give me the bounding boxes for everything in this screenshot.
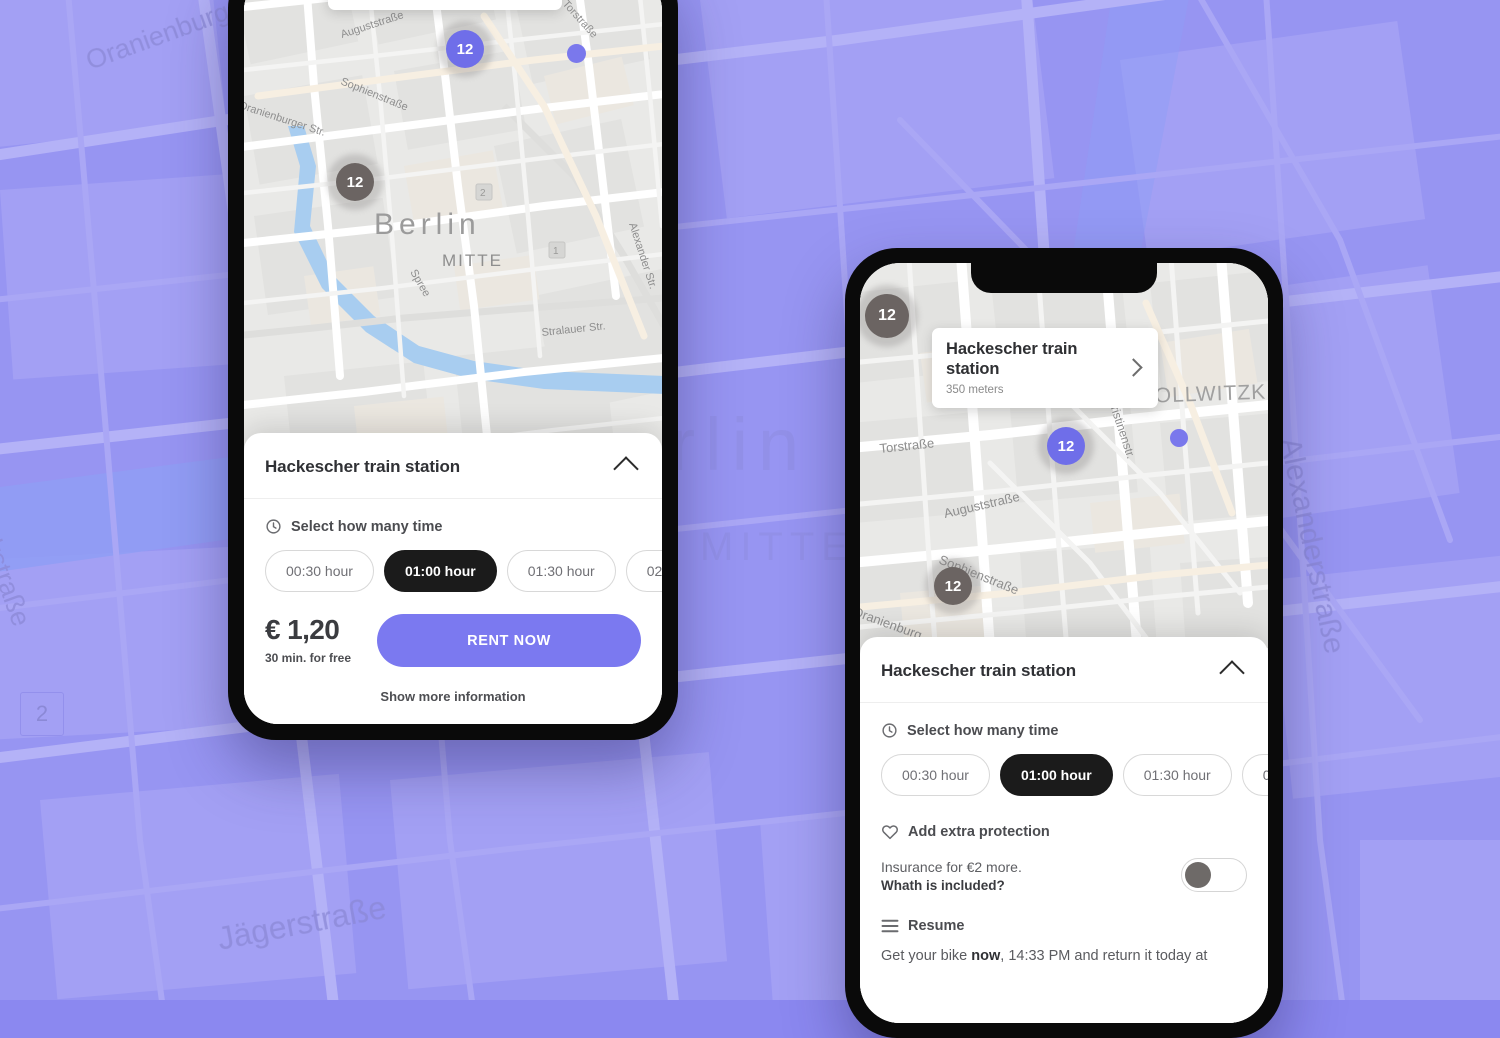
protection-section: Add extra protection [860,823,1268,841]
time-chip-0130[interactable]: 01:30 hour [1122,754,1232,796]
map-marker-purple[interactable]: 12 [1047,427,1085,465]
price-row: € 1,20 30 min. for free RENT NOW [244,592,662,667]
rent-now-button[interactable]: RENT NOW [377,614,641,667]
station-bottom-sheet: Hackescher train station Select how many… [860,637,1268,1023]
map-marker-dot[interactable] [1170,429,1188,447]
resume-text-after: , 14:33 PM and return it today at [1000,948,1208,965]
clock-icon [882,723,897,738]
map-label-mitte: MITTE [442,251,503,270]
heart-icon [882,825,898,840]
map-marker-gray-topleft[interactable]: 12 [865,294,909,338]
sheet-header[interactable]: Hackescher train station [860,637,1268,703]
phone-right: Torstraße Torstraße Auguststraße Sophien… [845,248,1283,1038]
map-marker-purple[interactable]: 12 [446,30,484,68]
time-chip-0100[interactable]: 01:00 hour [999,754,1113,796]
chevron-up-icon[interactable] [613,456,639,482]
time-chip-0130[interactable]: 01:30 hour [506,550,616,592]
phone-notch [971,263,1157,293]
station-pill-title: Hackescher train station [946,340,1078,378]
time-chip-0200[interactable]: 02:00 hour [1241,754,1268,796]
station-pill-distance: 350 meters [946,383,1004,396]
insurance-row: Insurance for €2 more. Whath is included… [860,853,1268,893]
time-chip-0200[interactable]: 02:00 hour [625,550,662,592]
chevron-up-icon[interactable] [1219,660,1245,686]
station-map-pill[interactable]: Hackescher train station 350 meters [328,0,562,10]
resume-text: Get your bike now, 14:33 PM and return i… [860,944,1268,968]
map-marker-gray[interactable]: 12 [934,567,972,605]
list-icon [881,920,899,933]
time-section-label: Select how many time [291,518,443,535]
show-more-information-link[interactable]: Show more information [244,667,662,724]
map-numbox: 1 [553,246,559,257]
chevron-right-icon [1124,358,1143,377]
time-chip-0030[interactable]: 00:30 hour [265,550,374,592]
map-marker-gray[interactable]: 12 [336,163,374,201]
insurance-toggle[interactable] [1181,858,1247,893]
clock-icon [266,519,281,534]
insurance-included-link[interactable]: Whath is included? [881,878,1181,893]
sheet-title: Hackescher train station [265,456,461,476]
phone-right-screen: Torstraße Torstraße Auguststraße Sophien… [860,263,1268,1023]
resume-text-before: Get your bike [881,948,972,965]
bg-route-box: 2 [20,692,64,736]
sheet-title: Hackescher train station [881,660,1077,680]
time-section-label: Select how many time [907,722,1059,739]
map-label-berlin: Berlin [374,208,481,241]
station-bottom-sheet: Hackescher train station Select how many… [244,433,662,724]
map-numbox: 2 [480,188,486,199]
resume-section-label: Resume [908,918,965,935]
time-chip-row[interactable]: 00:30 hour 01:00 hour 01:30 hour 02:00 h… [881,754,1268,796]
resume-section: Resume [860,918,1268,934]
bg-label-mitte: MITTE [700,525,855,569]
protection-section-label: Add extra protection [908,824,1050,840]
price-note: 30 min. for free [265,651,352,665]
insurance-price-text: Insurance for €2 more. [881,859,1022,875]
map-marker-dot[interactable] [567,44,586,63]
toggle-knob [1185,862,1211,889]
resume-text-now: now [971,948,1001,965]
phone-left-screen: Tors Torstraße Auguststraße Sophienstraß… [244,0,662,724]
station-map-pill[interactable]: Hackescher train station 350 meters [932,328,1158,408]
time-section: Select how many time [244,518,662,535]
time-chip-0030[interactable]: 00:30 hour [881,754,990,796]
map-label-kollwitz: KOLLWITZK [1139,381,1266,408]
sheet-header[interactable]: Hackescher train station [244,433,662,499]
time-chip-row[interactable]: 00:30 hour 01:00 hour 01:30 hour 02:00 h… [265,550,662,592]
price-amount: € 1,20 [265,614,340,645]
phone-left: Tors Torstraße Auguststraße Sophienstraß… [228,0,678,740]
time-chip-0100[interactable]: 01:00 hour [383,550,497,592]
time-section: Select how many time [860,722,1268,739]
